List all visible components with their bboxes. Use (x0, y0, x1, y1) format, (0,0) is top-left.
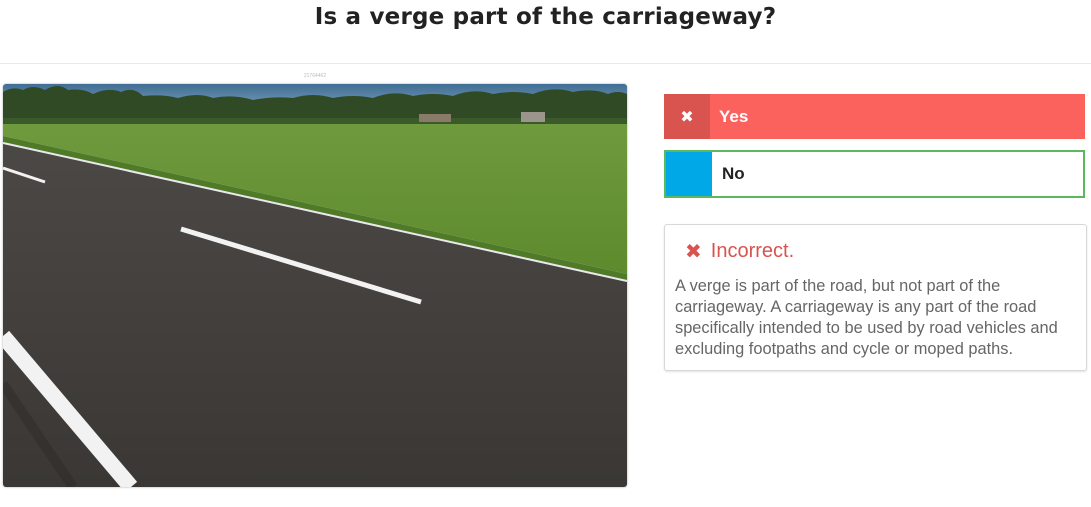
feedback-status: Incorrect. (710, 239, 795, 262)
feedback-heading: ✖ Incorrect. (685, 239, 794, 263)
question-header: Is a verge part of the carriageway? (0, 0, 1091, 64)
answer-yes-button[interactable]: ✖ Yes (664, 94, 1085, 139)
question-title: Is a verge part of the carriageway? (314, 4, 777, 30)
image-caption: 21764462 (303, 73, 327, 79)
road-photo (3, 84, 627, 487)
feedback-explanation: A verge is part of the road, but not par… (675, 277, 1058, 358)
feedback-panel: ✖ Incorrect. A verge is part of the road… (664, 224, 1087, 371)
close-icon: ✖ (664, 94, 710, 139)
answer-no-button[interactable]: No (664, 150, 1085, 198)
answer-yes-label: Yes (719, 106, 749, 126)
answer-no-marker (666, 152, 712, 196)
close-icon: ✖ (685, 239, 702, 263)
answer-no-label: No (722, 164, 745, 183)
question-image (3, 84, 627, 487)
